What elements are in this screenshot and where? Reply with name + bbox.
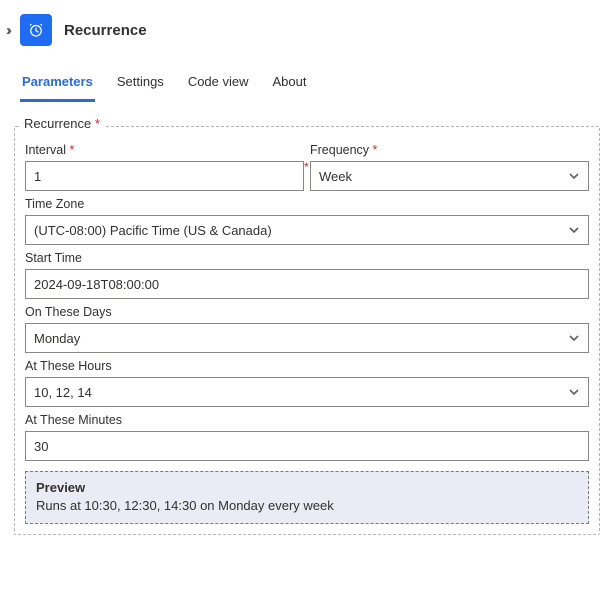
interval-input[interactable] <box>25 161 304 191</box>
recurrence-fieldset: Interval * Frequency * * Week <box>14 126 600 535</box>
tab-code-view[interactable]: Code view <box>186 68 251 102</box>
days-value: Monday <box>34 331 80 346</box>
starttime-input[interactable] <box>25 269 589 299</box>
minutes-input[interactable] <box>25 431 589 461</box>
tab-bar: Parameters Settings Code view About <box>0 58 610 102</box>
fieldset-legend: Recurrence * <box>20 116 104 131</box>
hours-label: At These Hours <box>25 359 589 373</box>
days-label: On These Days <box>25 305 589 319</box>
required-marker: * <box>304 160 309 174</box>
chevron-down-icon <box>568 386 580 398</box>
timezone-select[interactable]: (UTC-08:00) Pacific Time (US & Canada) <box>25 215 589 245</box>
card-header: ›› Recurrence <box>0 0 610 58</box>
starttime-label: Start Time <box>25 251 589 265</box>
chevron-down-icon <box>568 332 580 344</box>
interval-col: Interval * <box>25 137 304 191</box>
chevron-down-icon <box>568 224 580 236</box>
frequency-value: Week <box>319 169 352 184</box>
clock-icon <box>27 21 45 39</box>
chevron-down-icon <box>568 170 580 182</box>
preview-heading: Preview <box>36 480 578 495</box>
required-marker: * <box>69 143 74 157</box>
required-marker: * <box>95 116 100 131</box>
frequency-label-text: Frequency <box>310 143 369 157</box>
card-title: Recurrence <box>64 22 147 39</box>
interval-label: Interval * <box>25 143 304 157</box>
expand-chevron-icon[interactable]: ›› <box>6 22 8 39</box>
frequency-col: Frequency * * Week <box>310 137 589 191</box>
minutes-label: At These Minutes <box>25 413 589 427</box>
interval-frequency-row: Interval * Frequency * * Week <box>25 137 589 191</box>
tab-settings[interactable]: Settings <box>115 68 166 102</box>
frequency-select[interactable]: * Week <box>310 161 589 191</box>
interval-label-text: Interval <box>25 143 66 157</box>
required-marker: * <box>373 143 378 157</box>
recurrence-icon <box>20 14 52 46</box>
legend-text: Recurrence <box>24 116 91 131</box>
frequency-label: Frequency * <box>310 143 589 157</box>
days-select[interactable]: Monday <box>25 323 589 353</box>
timezone-label: Time Zone <box>25 197 589 211</box>
tab-parameters[interactable]: Parameters <box>20 68 95 102</box>
preview-text: Runs at 10:30, 12:30, 14:30 on Monday ev… <box>36 498 578 513</box>
hours-value: 10, 12, 14 <box>34 385 92 400</box>
preview-box: Preview Runs at 10:30, 12:30, 14:30 on M… <box>25 471 589 524</box>
recurrence-panel: Recurrence * Interval * Frequency * * We… <box>14 126 600 535</box>
tab-about[interactable]: About <box>271 68 309 102</box>
timezone-value: (UTC-08:00) Pacific Time (US & Canada) <box>34 223 272 238</box>
hours-select[interactable]: 10, 12, 14 <box>25 377 589 407</box>
